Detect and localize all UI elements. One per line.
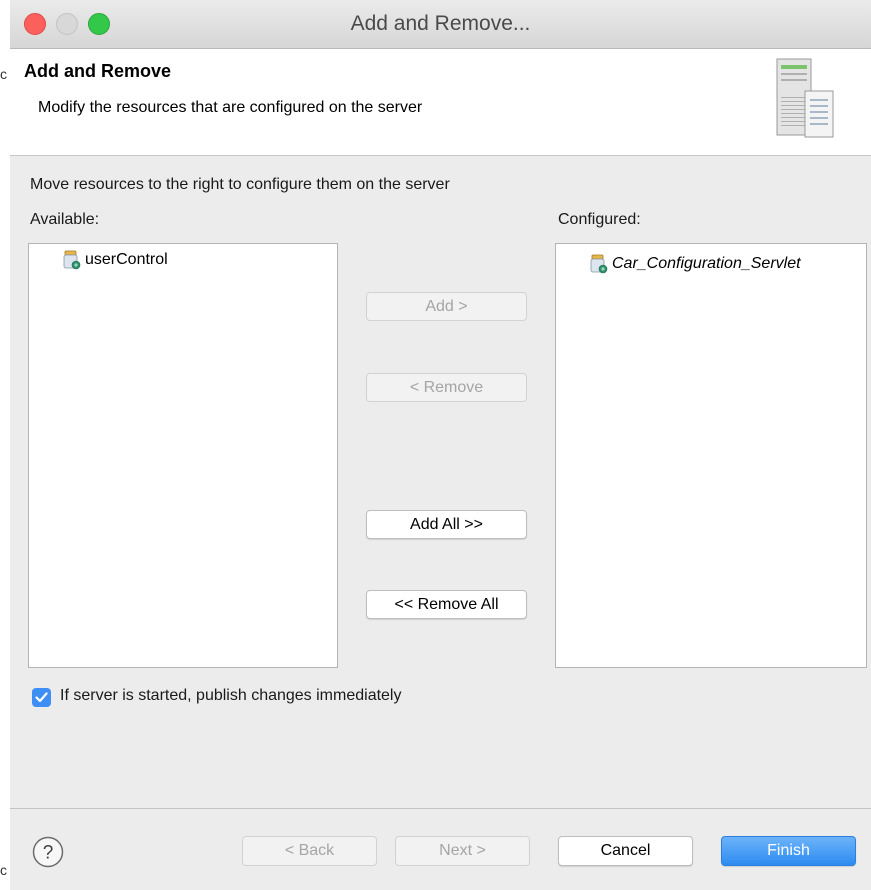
instruction-text: Move resources to the right to configure… [30, 176, 450, 193]
edge-fragment: c [0, 66, 7, 82]
dialog-window: Add and Remove... Add and Remove Modify … [10, 0, 871, 890]
edge-fragment: c [0, 862, 7, 878]
help-icon[interactable]: ? [32, 836, 64, 868]
add-button[interactable]: Add > [366, 292, 527, 321]
title-bar[interactable]: Add and Remove... [10, 0, 871, 49]
page-description: Modify the resources that are configured… [38, 99, 423, 116]
publish-checkbox-label[interactable]: If server is started, publish changes im… [60, 687, 401, 705]
publish-checkbox[interactable] [32, 688, 51, 707]
jar-icon [63, 250, 81, 270]
item-label: Car_Configuration_Servlet [612, 255, 801, 272]
server-icon [776, 58, 834, 138]
svg-text:?: ? [43, 843, 54, 864]
finish-button[interactable]: Finish [721, 836, 856, 866]
configured-label: Configured: [558, 211, 641, 228]
remove-button[interactable]: < Remove [366, 373, 527, 402]
add-all-button[interactable]: Add All >> [366, 510, 527, 539]
wizard-header: Add and Remove Modify the resources that… [10, 49, 871, 156]
checkmark-icon [35, 692, 48, 703]
item-label: userControl [85, 251, 168, 268]
remove-all-button[interactable]: << Remove All [366, 590, 527, 619]
list-item-car-configuration-servlet[interactable]: Car_Configuration_Servlet [590, 254, 801, 274]
available-label: Available: [30, 211, 100, 228]
list-item-usercontrol[interactable]: userControl [63, 250, 168, 270]
footer-divider [10, 808, 871, 809]
available-list[interactable]: userControl [28, 243, 338, 668]
cancel-button[interactable]: Cancel [558, 836, 693, 866]
next-button[interactable]: Next > [395, 836, 530, 866]
window-title: Add and Remove... [350, 12, 531, 35]
configured-list[interactable]: Car_Configuration_Servlet [555, 243, 867, 668]
jar-icon [590, 254, 608, 274]
page-title: Add and Remove [24, 61, 172, 81]
back-button[interactable]: < Back [242, 836, 377, 866]
